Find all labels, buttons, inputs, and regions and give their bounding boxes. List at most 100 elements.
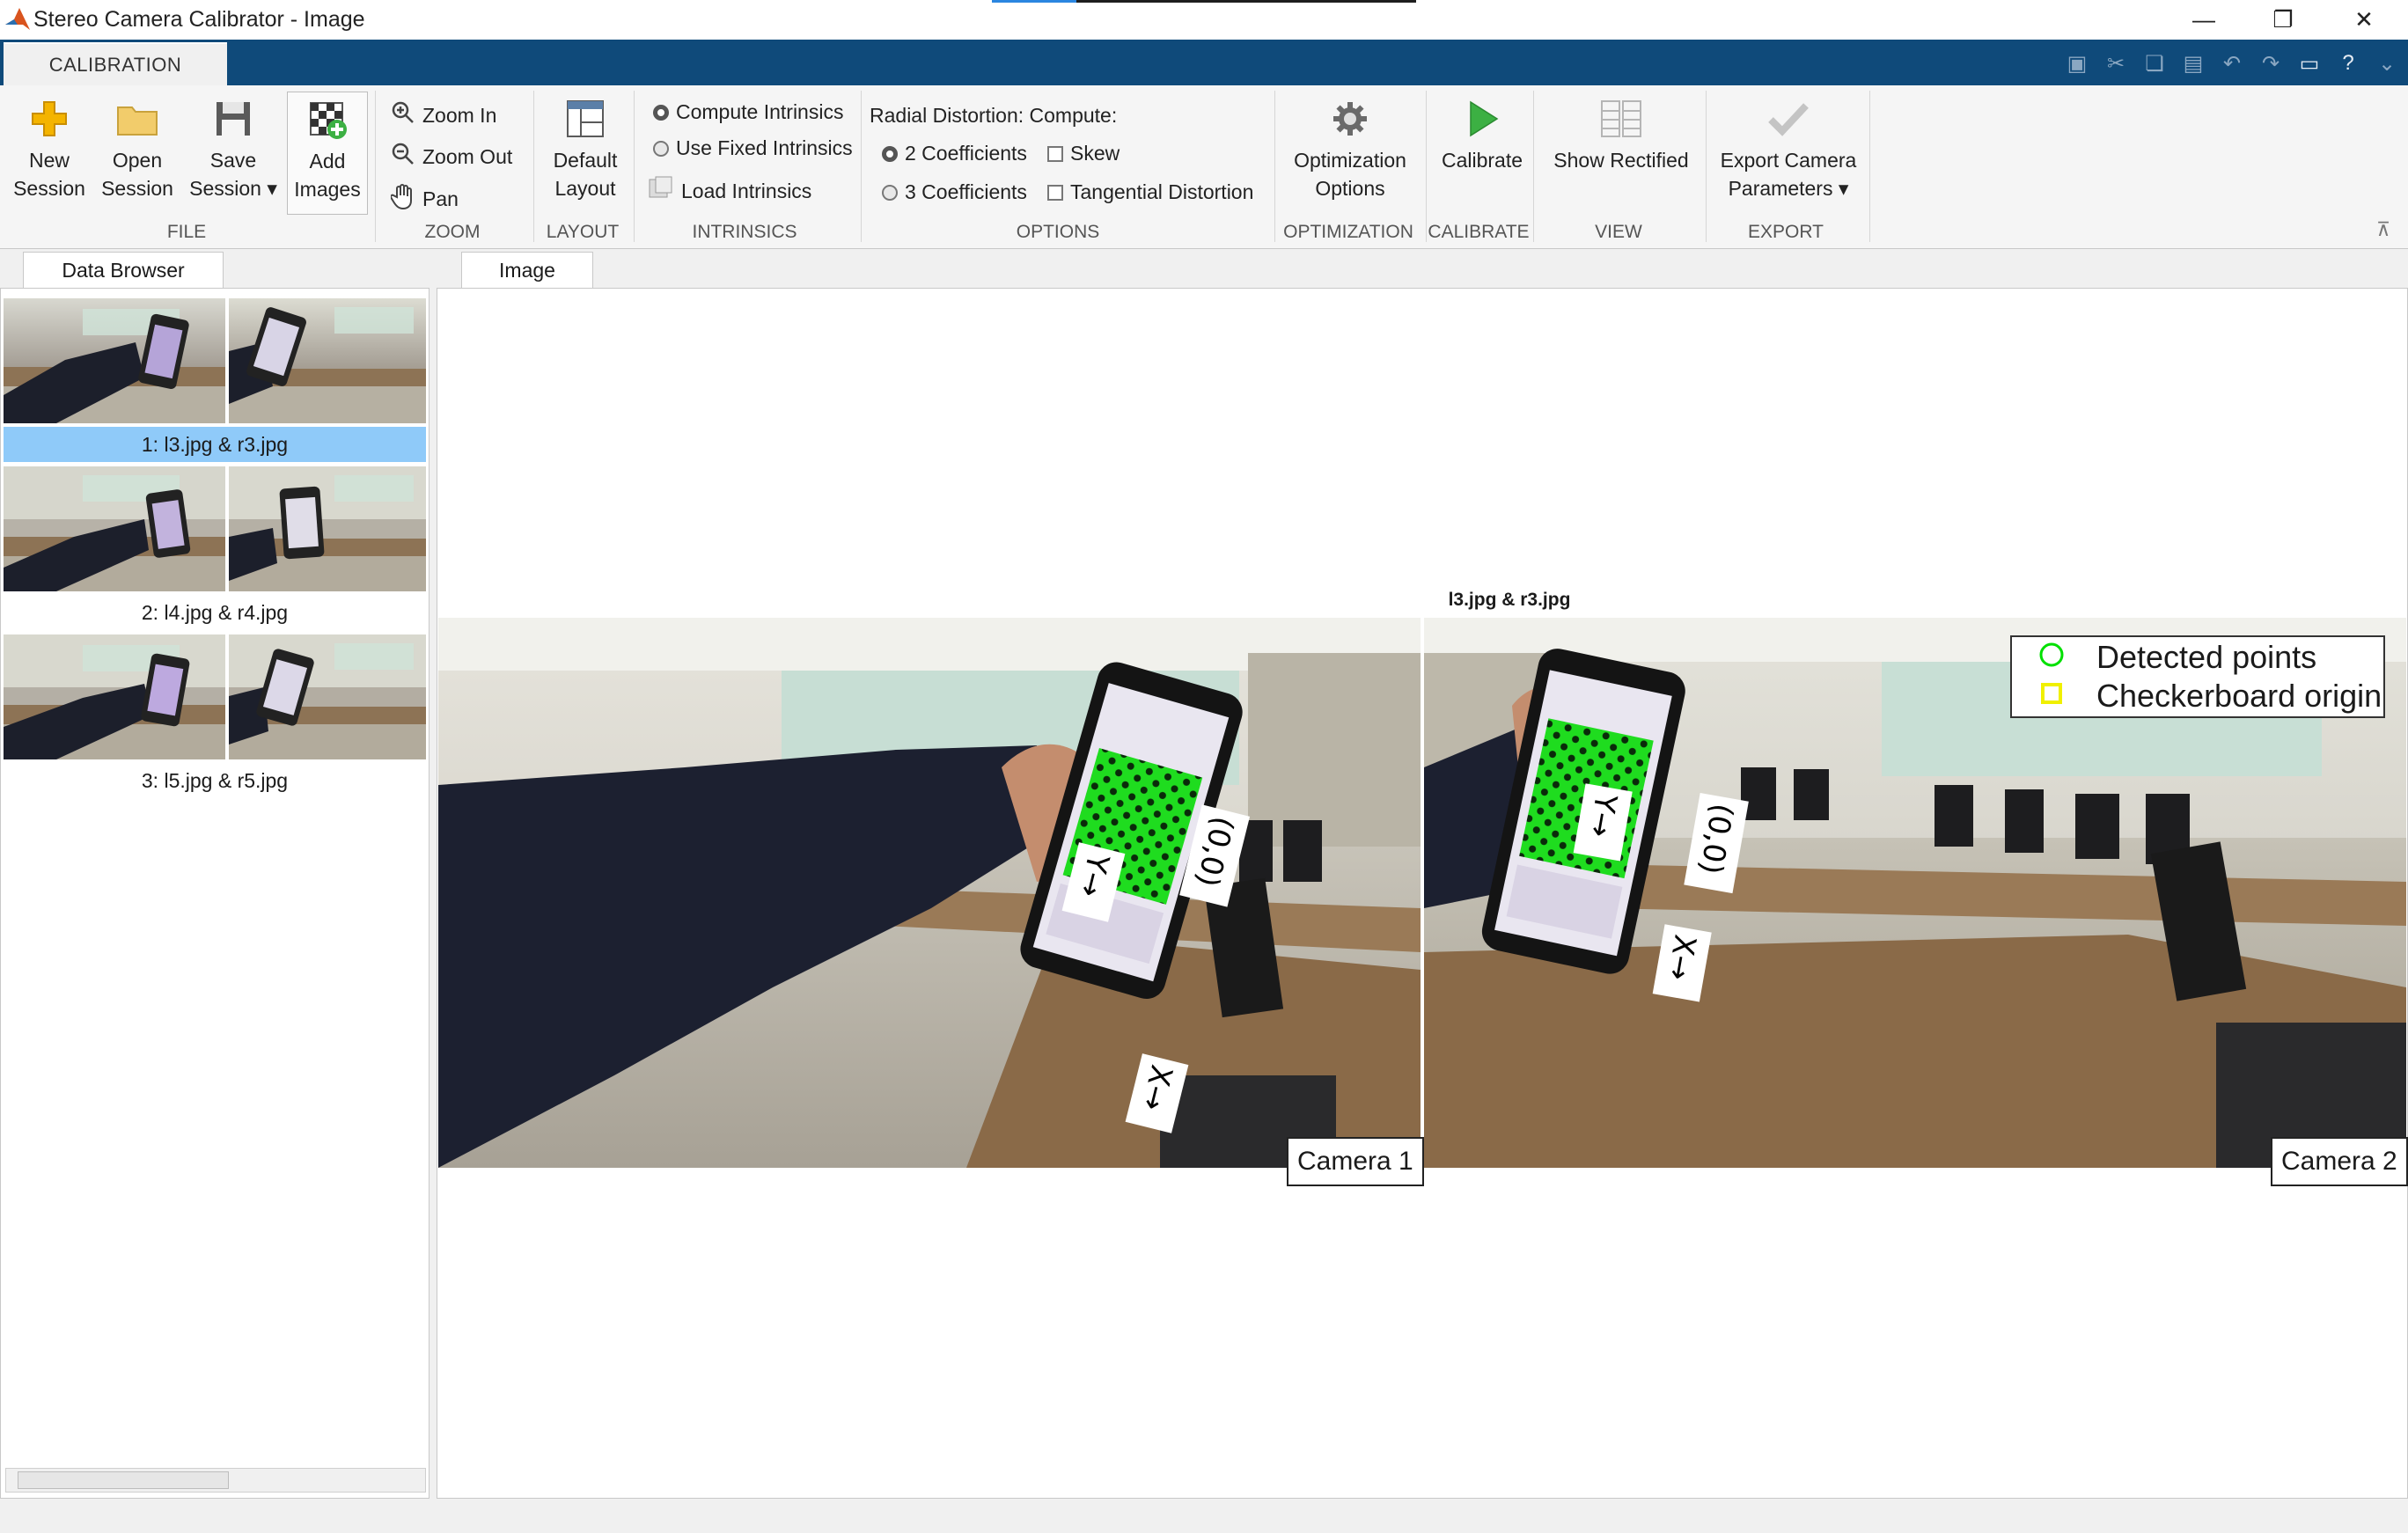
legend-origin-label: Checkerboard origin <box>2096 678 2382 714</box>
cut-icon[interactable]: ✂ <box>2100 48 2132 78</box>
save-session-button[interactable]: Save Session ▾ <box>185 99 282 202</box>
tangential-distortion-checkbox[interactable]: Tangential Distortion <box>1047 180 1253 204</box>
two-coefficients-label: 2 Coefficients <box>905 142 1027 165</box>
ribbon-separator <box>533 91 534 242</box>
group-label-layout: LAYOUT <box>546 222 620 242</box>
default-layout-label-1: Default <box>553 149 618 172</box>
green-circle-icon <box>2038 639 2065 676</box>
checkmark-icon <box>1766 99 1810 139</box>
checkbox-icon <box>1047 184 1063 201</box>
gear-icon <box>1330 99 1370 139</box>
pan-button[interactable]: Pan <box>390 183 459 215</box>
tab-data-browser[interactable]: Data Browser <box>23 252 224 289</box>
thumbnail-left <box>4 466 225 591</box>
status-bar <box>0 1499 2408 1533</box>
group-label-calibrate: CALIBRATE <box>1428 222 1530 242</box>
folder-icon <box>115 99 159 139</box>
window-title: Stereo Camera Calibrator - Image <box>33 7 365 32</box>
close-button[interactable]: ✕ <box>2329 0 2399 40</box>
three-coefficients-label: 3 Coefficients <box>905 180 1027 203</box>
use-fixed-intrinsics-radio[interactable]: Use Fixed Intrinsics <box>653 136 853 160</box>
zoom-out-label: Zoom Out <box>422 144 513 168</box>
dropdown-arrow-icon: ▾ <box>1838 177 1849 200</box>
copy-icon[interactable]: ❏ <box>2139 48 2170 78</box>
group-label-view: VIEW <box>1595 222 1642 242</box>
group-label-export: EXPORT <box>1748 222 1824 242</box>
calibrate-button[interactable]: Calibrate <box>1431 99 1533 174</box>
optimization-options-label-2: Options <box>1315 177 1385 200</box>
image-divider <box>1421 618 1424 1168</box>
optimization-options-button[interactable]: Optimization Options <box>1280 99 1421 202</box>
radio-selected-icon <box>882 145 898 162</box>
export-label-1: Export Camera <box>1720 149 1857 172</box>
help-icon[interactable]: ? <box>2332 48 2364 78</box>
layout-icon[interactable]: ▭ <box>2294 48 2325 78</box>
skew-label: Skew <box>1070 142 1120 165</box>
list-item[interactable]: 2: l4.jpg & r4.jpg <box>4 466 426 634</box>
checkbox-icon <box>1047 145 1063 162</box>
hand-pan-icon <box>390 183 415 215</box>
zoom-out-button[interactable]: Zoom Out <box>391 142 512 172</box>
export-camera-parameters-button[interactable]: Export Camera Parameters ▾ <box>1711 99 1866 202</box>
scrollbar-thumb[interactable] <box>18 1471 229 1489</box>
list-item[interactable]: 3: l5.jpg & r5.jpg <box>4 634 426 802</box>
radio-icon <box>882 184 898 201</box>
paste-icon[interactable]: ▤ <box>2177 48 2209 78</box>
new-session-button[interactable]: New Session <box>7 99 92 202</box>
camera1-image[interactable]: Y→ (0,0) X→ <box>438 618 1421 1168</box>
skew-checkbox[interactable]: Skew <box>1047 142 1120 165</box>
floppy-disk-icon <box>213 99 253 139</box>
redo-icon[interactable]: ↷ <box>2255 48 2287 78</box>
title-accent-highlight <box>992 0 1076 3</box>
radio-selected-icon <box>653 104 669 121</box>
collapse-ribbon-icon[interactable]: ⊼ <box>2376 218 2397 240</box>
open-session-label-1: Open <box>112 149 163 172</box>
load-intrinsics-button[interactable]: Load Intrinsics <box>648 176 811 206</box>
radio-icon <box>653 140 669 157</box>
tab-image[interactable]: Image <box>461 252 593 289</box>
ribbon-separator <box>1869 91 1870 242</box>
undo-icon[interactable]: ↶ <box>2216 48 2248 78</box>
zoom-in-icon <box>391 100 415 130</box>
thumbnail-left <box>4 634 225 759</box>
legend-detected-label: Detected points <box>2096 639 2317 675</box>
new-session-label-1: New <box>28 149 70 172</box>
thumbnail-left <box>4 298 225 423</box>
load-intrinsics-icon <box>648 176 674 206</box>
list-item-label: 1: l3.jpg & r3.jpg <box>4 427 426 462</box>
legend-detected-points: Detected points <box>2038 639 2316 676</box>
add-checkerboard-icon <box>307 99 348 140</box>
ribbon-separator <box>1274 91 1275 242</box>
dropdown-arrow-icon: ▾ <box>267 177 277 200</box>
add-images-label-2: Images <box>294 178 361 201</box>
layout-grid-icon <box>565 99 606 139</box>
tab-calibration[interactable]: CALIBRATION <box>4 42 227 85</box>
thumbnail-right <box>229 466 426 591</box>
rectified-view-icon <box>1599 99 1643 139</box>
add-images-button[interactable]: Add Images <box>287 92 368 215</box>
open-session-label-2: Session <box>101 177 173 200</box>
three-coefficients-radio[interactable]: 3 Coefficients <box>882 180 1027 204</box>
default-layout-button[interactable]: Default Layout <box>539 99 632 202</box>
minimize-button[interactable]: — <box>2169 0 2239 40</box>
save-session-label-1: Save <box>209 149 257 172</box>
save-icon[interactable]: ▣ <box>2061 48 2093 78</box>
list-item[interactable]: 1: l3.jpg & r3.jpg <box>4 298 426 466</box>
two-coefficients-radio[interactable]: 2 Coefficients <box>882 142 1027 165</box>
restore-button[interactable]: ❐ <box>2248 0 2318 40</box>
ribbon-separator <box>375 91 376 242</box>
ribbon-separator <box>1426 91 1427 242</box>
ribbon-separator <box>634 91 635 242</box>
image-title: l3.jpg & r3.jpg <box>1448 590 1571 610</box>
legend: Detected points Checkerboard origin <box>2010 635 2385 718</box>
show-rectified-button[interactable]: Show Rectified <box>1542 99 1700 174</box>
zoom-in-button[interactable]: Zoom In <box>391 100 496 130</box>
load-intrinsics-label: Load Intrinsics <box>681 179 812 202</box>
compute-intrinsics-radio[interactable]: Compute Intrinsics <box>653 100 843 124</box>
camera2-label: Camera 2 <box>2271 1137 2408 1186</box>
quick-access-toolbar: ▣ ✂ ❏ ▤ ↶ ↷ ▭ ? ⌄ <box>2021 46 2408 81</box>
legend-checkerboard-origin: Checkerboard origin <box>2038 678 2382 715</box>
list-item-label: 2: l4.jpg & r4.jpg <box>141 601 289 624</box>
chevron-down-icon[interactable]: ⌄ <box>2371 48 2403 78</box>
open-session-button[interactable]: Open Session <box>95 99 180 202</box>
